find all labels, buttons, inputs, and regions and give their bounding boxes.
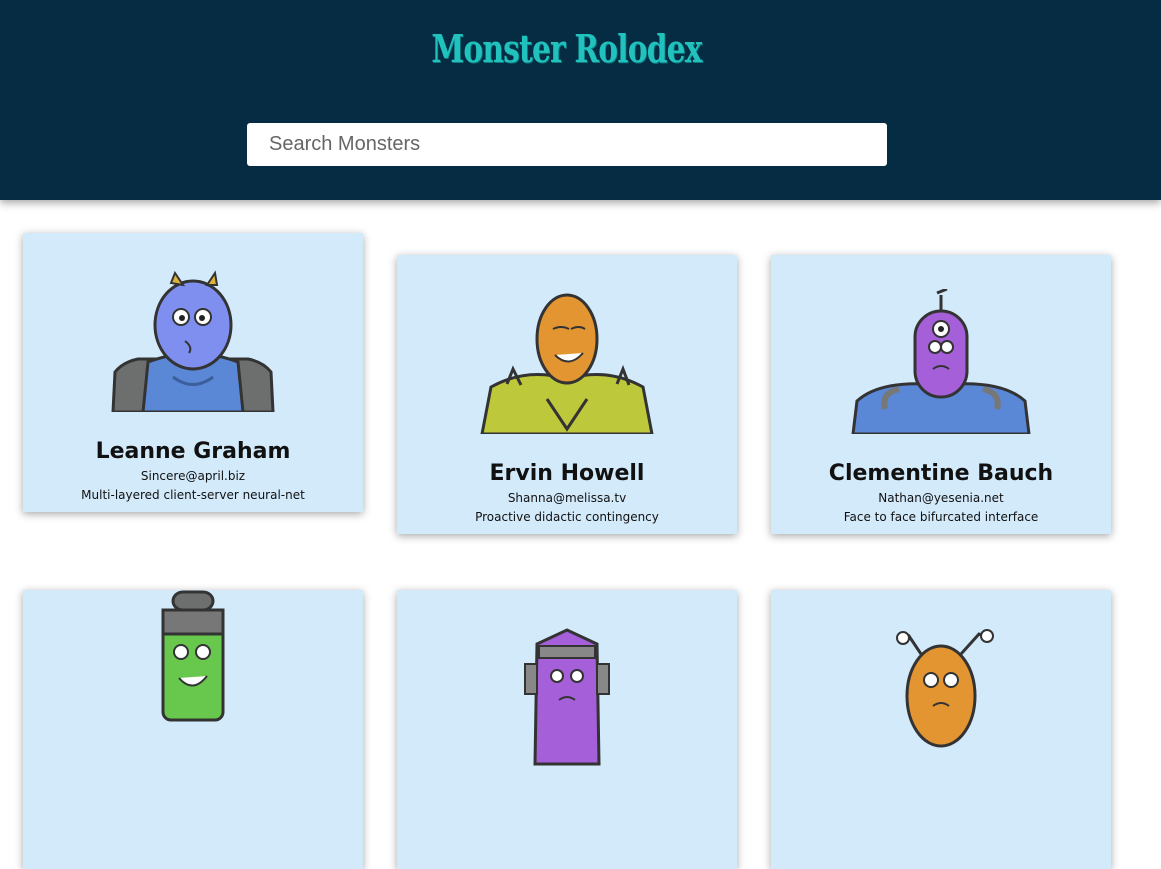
- monster-card[interactable]: Clementine Bauch Nathan@yesenia.net Face…: [771, 255, 1111, 534]
- app-title: Monster Rolodex: [431, 26, 702, 71]
- monster-card[interactable]: [771, 590, 1111, 869]
- monster-catchphrase: Proactive didactic contingency: [475, 510, 659, 524]
- search-input[interactable]: [247, 123, 887, 166]
- monster-name: Clementine Bauch: [828, 461, 1054, 486]
- monster-email: Sincere@april.biz: [140, 469, 246, 483]
- monster-card[interactable]: Leanne Graham Sincere@april.biz Multi-la…: [23, 233, 363, 512]
- monster-name: Ervin Howell: [489, 461, 645, 486]
- monster-avatar: [480, 293, 654, 434]
- monster-catchphrase: Multi-layered client-server neural-net: [81, 488, 305, 502]
- monster-avatar: [161, 590, 225, 722]
- monster-email: Nathan@yesenia.net: [878, 491, 1004, 505]
- monster-name: Leanne Graham: [95, 439, 291, 464]
- monster-avatar: [524, 628, 610, 766]
- monster-email: Shanna@melissa.tv: [507, 491, 627, 505]
- monster-avatar: [111, 270, 275, 412]
- monster-card[interactable]: Ervin Howell Shanna@melissa.tv Proactive…: [397, 255, 737, 534]
- monster-card[interactable]: [23, 590, 363, 869]
- header: Monster Rolodex: [0, 0, 1161, 200]
- monster-catchphrase: Face to face bifurcated interface: [843, 510, 1039, 524]
- monster-avatar: [896, 629, 994, 748]
- monster-avatar: [851, 289, 1031, 434]
- monster-card[interactable]: [397, 590, 737, 869]
